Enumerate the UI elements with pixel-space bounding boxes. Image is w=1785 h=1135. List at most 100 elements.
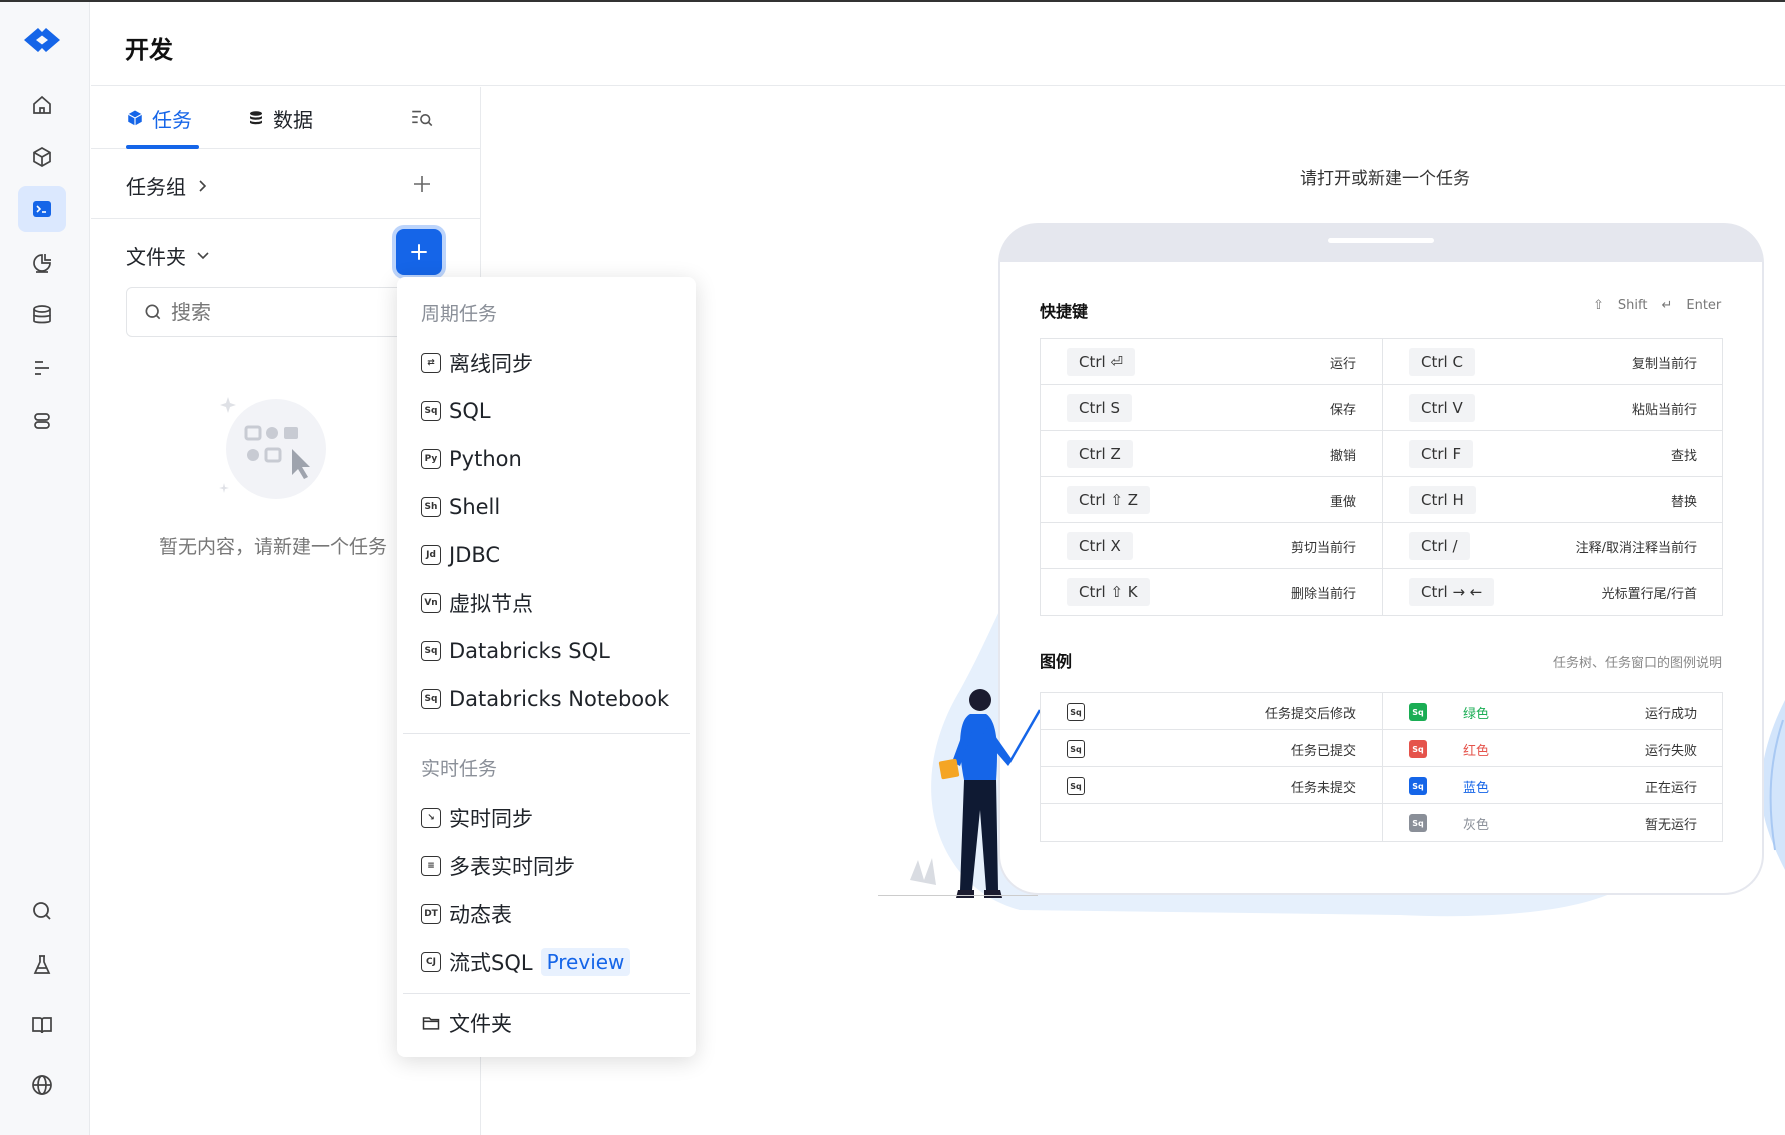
legend-row: Sq 灰色 暂无运行 [1382,804,1723,841]
panel-tabs: 任务 数据 [91,87,481,149]
nav-list[interactable] [18,345,66,391]
status-idle-icon: Sq [1409,814,1427,832]
chevron-down-icon [197,251,209,259]
database-icon [250,111,262,125]
nav-assets[interactable] [18,134,66,180]
legend-row: Sq 任务提交后修改 [1041,693,1382,730]
nav-language[interactable] [18,1062,66,1108]
sql-icon: Sq [421,689,441,709]
menu-item-realtime-sync[interactable]: ↘ 实时同步 [421,802,533,834]
nav-develop[interactable] [18,186,66,232]
menu-item-label: SQL [449,399,491,423]
nav-server[interactable] [18,398,66,444]
realtime-sync-icon: ↘ [421,808,441,828]
shortcut-keys: Ctrl C [1409,348,1475,376]
cube-icon [33,147,51,167]
menu-item-sql[interactable]: Sq SQL [421,395,491,427]
empty-state-text: 暂无内容，请新建一个任务 [159,536,388,558]
menu-item-shell[interactable]: Sh Shell [421,491,500,523]
nav-rail [0,2,90,1135]
nav-docs[interactable] [18,1002,66,1048]
shift-icon: ⇧ [1593,298,1604,313]
folder-label: 文件夹 [126,245,186,269]
key-legend: ⇧ Shift ↵ Enter [1593,298,1721,313]
legend-title: 图例 [1040,652,1073,671]
menu-item-dynamic-table[interactable]: DT 动态表 [421,898,512,930]
shortcut-row: Ctrl H 替换 [1382,477,1723,523]
list-icon [35,361,49,375]
legend-color-name: 灰色 [1463,818,1490,833]
menu-item-jdbc[interactable]: Jd JDBC [421,539,500,571]
ground-line [878,895,1038,896]
shift-label: Shift [1617,298,1648,313]
legend-color-name: 红色 [1463,744,1490,759]
menu-item-folder[interactable]: 文件夹 [421,1007,512,1039]
legend-row: Sq 蓝色 正在运行 [1382,767,1723,804]
menu-item-python[interactable]: Py Python [421,443,522,475]
status-failed-icon: Sq [1409,740,1427,758]
task-modified-icon: Sq [1067,703,1085,721]
add-task-group-button[interactable] [407,169,437,199]
legend-desc: 任务已提交 [1290,744,1356,759]
shortcut-keys: Ctrl Z [1067,440,1133,468]
nav-data[interactable] [18,292,66,338]
database-icon [33,305,51,324]
shortcut-keys: Ctrl V [1409,394,1475,422]
tab-data-label: 数据 [273,107,313,132]
shortcut-row: Ctrl ⇧ K 删除当前行 [1041,569,1382,615]
menu-item-virtual-node[interactable]: Vn 虚拟节点 [421,587,533,619]
create-task-dropdown: 周期任务 ⇄ 离线同步 Sq SQL Py Python Sh Shell Jd… [397,277,696,1057]
plus-icon [411,244,427,260]
shortcut-card: 快捷键 ⇧ Shift ↵ Enter Ctrl ⏎ 运行 Ctrl C 复制当前行… [998,262,1764,895]
tab-tasks[interactable]: 任务 [126,103,192,133]
shortcut-desc: 光标置行尾/行首 [1601,587,1697,602]
menu-item-label: Shell [449,495,501,519]
dynamic-table-icon: DT [421,904,441,924]
chevron-right-icon [199,179,207,192]
shortcut-keys: Ctrl ⇧ K [1067,578,1150,606]
book-icon [32,1017,52,1034]
nav-ops[interactable] [18,240,66,286]
menu-item-label: 实时同步 [449,807,533,831]
shortcut-desc: 保存 [1329,403,1356,418]
menu-divider [403,733,690,734]
jdbc-icon: Jd [421,545,441,565]
menu-item-databricks-sql[interactable]: Sq Databricks SQL [421,635,610,667]
shortcut-desc: 重做 [1329,495,1356,510]
shortcut-row: Ctrl V 粘贴当前行 [1382,385,1723,431]
shortcuts-title: 快捷键 [1040,302,1089,321]
home-icon [33,95,51,114]
streaming-sql-icon: CJ [421,952,441,972]
shortcut-desc: 复制当前行 [1631,357,1697,372]
menu-item-multi-table-sync[interactable]: ≡ 多表实时同步 [421,850,575,882]
menu-item-label: 动态表 [449,903,512,927]
offline-sync-icon: ⇄ [421,353,441,373]
menu-item-label: 离线同步 [449,352,533,376]
shortcut-keys: Ctrl H [1409,486,1476,514]
nav-home[interactable] [18,82,66,128]
shortcut-desc: 剪切当前行 [1290,541,1356,556]
menu-item-label: Python [449,447,522,471]
nav-search[interactable] [18,888,66,934]
folder-toggle[interactable]: 文件夹 [126,241,210,270]
shortcut-row: Ctrl X 剪切当前行 [1041,523,1382,569]
menu-item-streaming-sql[interactable]: CJ 流式SQL Preview [421,946,631,978]
tab-tasks-label: 任务 [152,107,192,132]
create-task-button[interactable] [396,229,442,275]
task-group-toggle[interactable]: 任务组 [126,171,208,200]
shortcut-row: Ctrl C 复制当前行 [1382,339,1723,385]
menu-item-databricks-notebook[interactable]: Sq Databricks Notebook [421,683,669,715]
shortcut-desc: 删除当前行 [1290,587,1356,602]
shortcut-desc: 粘贴当前行 [1631,403,1697,418]
shortcut-desc: 查找 [1670,449,1697,464]
filter-search-icon[interactable] [409,105,435,131]
menu-item-label: 流式SQL [449,951,533,975]
menu-item-offline-sync[interactable]: ⇄ 离线同步 [421,347,533,379]
nav-lab[interactable] [18,942,66,988]
search-input[interactable] [171,300,391,324]
task-unsubmitted-icon: Sq [1067,777,1085,795]
folder-icon [422,1017,440,1030]
shortcut-keys: Ctrl / [1409,532,1470,560]
tab-data[interactable]: 数据 [247,103,313,133]
enter-icon: ↵ [1661,298,1673,313]
